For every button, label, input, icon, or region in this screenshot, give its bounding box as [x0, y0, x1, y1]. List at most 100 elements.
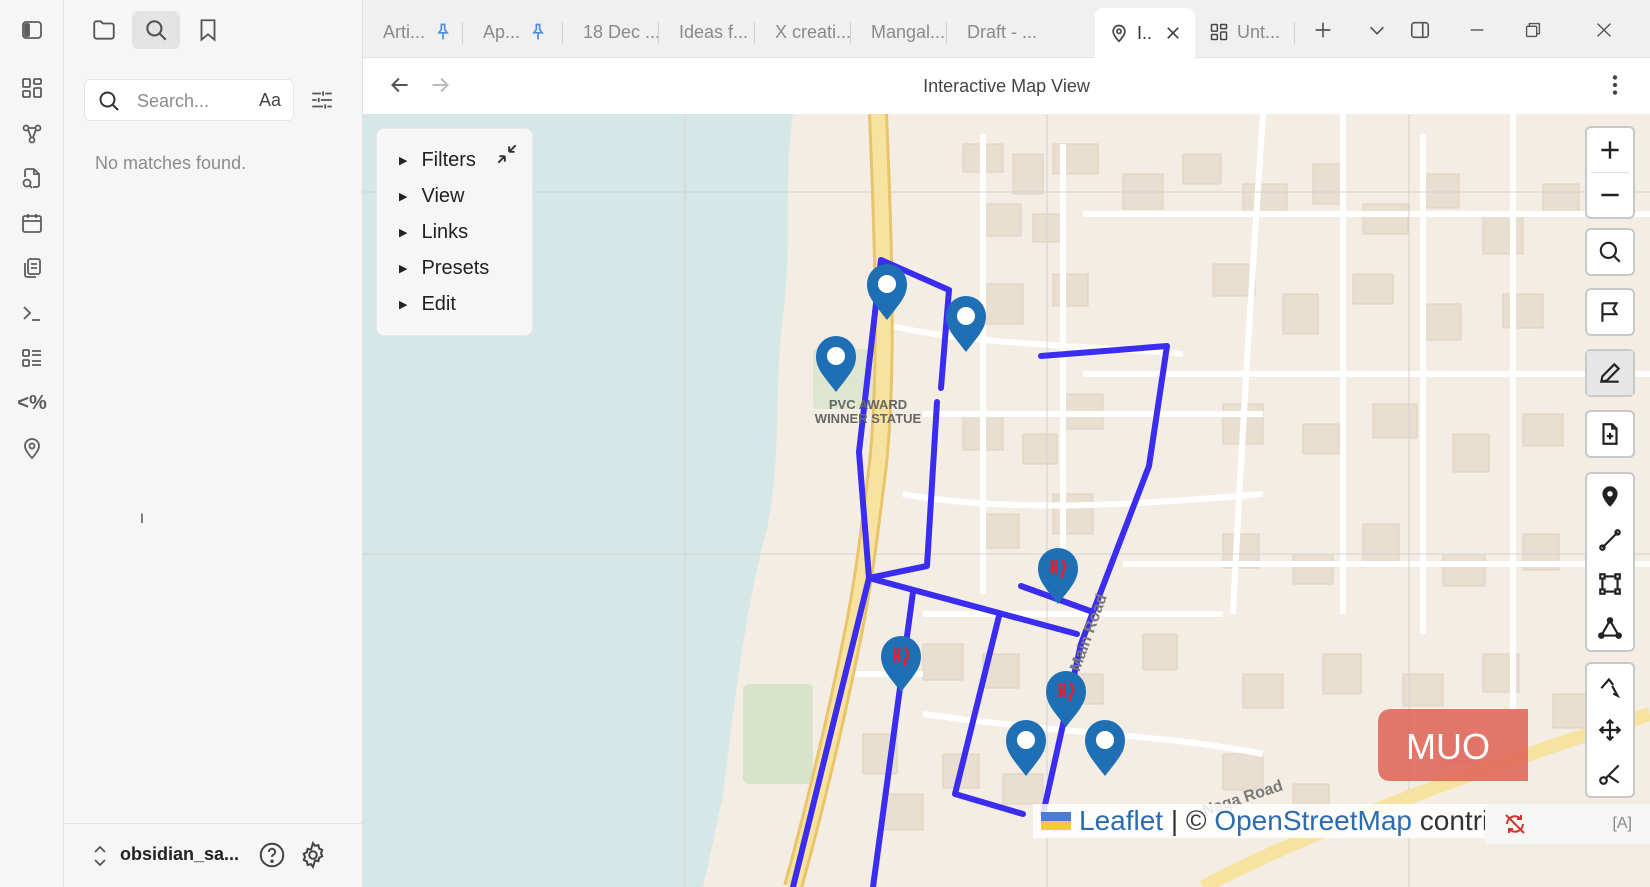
- close-icon[interactable]: [1164, 24, 1182, 42]
- search-settings-icon[interactable]: [304, 82, 340, 118]
- view-title: Interactive Map View: [923, 76, 1090, 96]
- expand-triangle-icon: ▶: [399, 191, 408, 203]
- close-window-button[interactable]: [1587, 14, 1621, 46]
- chevron-up-down-icon[interactable]: [90, 843, 110, 869]
- calendar-icon[interactable]: [14, 205, 50, 241]
- gear-icon[interactable]: [298, 840, 328, 870]
- panel-item-label: Filters: [421, 149, 476, 171]
- edit-mode-button[interactable]: [1587, 351, 1633, 395]
- zoom-in-button[interactable]: [1587, 128, 1633, 172]
- restaurant-marker: [1046, 671, 1086, 727]
- panel-presets[interactable]: ▶ Presets: [399, 257, 489, 280]
- tab-interactive-map[interactable]: I..: [1095, 8, 1195, 58]
- tab-item[interactable]: Arti...: [363, 12, 463, 52]
- map-attribution: Leaflet | © OpenStreetMap contri: [1033, 804, 1497, 838]
- map-edit-control: [1585, 349, 1635, 397]
- graph-icon[interactable]: [14, 116, 50, 152]
- map-tool-control: [1585, 662, 1635, 798]
- status-bar: [A]: [1485, 804, 1650, 844]
- match-case-toggle[interactable]: Aa: [259, 90, 281, 111]
- tab-label: Mangal...: [871, 21, 946, 42]
- search-icon: [146, 20, 167, 41]
- pencil-icon: [1599, 362, 1621, 384]
- tab-item[interactable]: Mangal...: [851, 12, 947, 52]
- edit-vertices-button[interactable]: [1587, 664, 1633, 708]
- empty-results-message: No matches found.: [95, 153, 247, 173]
- leaflet-link[interactable]: Leaflet: [1079, 805, 1163, 837]
- new-tab-button[interactable]: [1306, 14, 1340, 46]
- attribution-suffix: contri: [1412, 805, 1489, 836]
- vault-name[interactable]: obsidian_sa...: [120, 844, 239, 865]
- poi-label: PVC AWARD WINNER STATUE: [803, 398, 933, 426]
- watermark-text: MUO: [1406, 726, 1490, 767]
- files-tab[interactable]: [80, 11, 128, 49]
- mouse-cursor-icon: I: [140, 510, 144, 526]
- pin-icon[interactable]: [433, 22, 453, 42]
- osm-link[interactable]: OpenStreetMap: [1214, 805, 1412, 837]
- tab-label: Draft - ...: [967, 21, 1038, 42]
- panel-filters[interactable]: ▶ Filters: [399, 149, 476, 172]
- sidebar-toggle-icon[interactable]: [14, 12, 50, 48]
- panel-edit[interactable]: ▶ Edit: [399, 293, 456, 316]
- ukraine-flag-icon: [1041, 812, 1071, 830]
- pin-icon[interactable]: [528, 22, 548, 42]
- add-note-button[interactable]: [1587, 412, 1633, 456]
- tab-list-button[interactable]: [1360, 14, 1394, 46]
- draw-rectangle-button[interactable]: [1587, 562, 1633, 606]
- tab-item[interactable]: 18 Dec ...: [563, 12, 659, 52]
- expand-triangle-icon: ▶: [399, 227, 408, 239]
- dashboard-icon[interactable]: [14, 70, 50, 106]
- map-pin-icon[interactable]: [14, 430, 50, 466]
- zoom-out-button[interactable]: [1587, 173, 1633, 217]
- plus-icon: [1601, 141, 1619, 159]
- tab-item[interactable]: Unt...: [1195, 12, 1295, 52]
- map-view[interactable]: PVC AWARD WINNER STATUE Main Road Naga R…: [363, 114, 1650, 887]
- draw-polyline-button[interactable]: [1587, 518, 1633, 562]
- map-controls-panel: ▶ Filters ▶ View ▶ Links ▶ Presets ▶ Edit: [376, 128, 533, 336]
- bookmarks-tab[interactable]: [184, 11, 232, 49]
- tab-item[interactable]: X creati...: [755, 12, 851, 52]
- terminal-icon[interactable]: [14, 295, 50, 331]
- minimize-icon: [1470, 29, 1484, 31]
- sync-off-icon[interactable]: [1503, 812, 1527, 836]
- panel-item-label: Presets: [421, 257, 490, 279]
- park-area: [743, 684, 813, 784]
- cut-button[interactable]: [1587, 752, 1633, 796]
- search-tab[interactable]: [132, 11, 180, 49]
- list-icon[interactable]: [14, 340, 50, 376]
- panel-view[interactable]: ▶ View: [399, 185, 464, 208]
- help-icon[interactable]: [257, 840, 287, 870]
- restore-icon: [1525, 22, 1541, 38]
- restore-button[interactable]: [1516, 14, 1550, 46]
- close-icon: [1597, 23, 1611, 37]
- panel-item-label: Edit: [421, 293, 456, 315]
- search-icon: [99, 91, 119, 111]
- map-search-button[interactable]: [1587, 230, 1633, 274]
- right-sidebar-toggle[interactable]: [1403, 14, 1437, 46]
- move-button[interactable]: [1587, 708, 1633, 752]
- tab-item[interactable]: Ideas f...: [659, 12, 755, 52]
- map-draw-control: [1585, 472, 1635, 652]
- draw-polygon-button[interactable]: [1587, 606, 1633, 650]
- draw-marker-button[interactable]: [1587, 474, 1633, 518]
- flag-button[interactable]: [1587, 290, 1633, 334]
- attribution-separator: | ©: [1163, 805, 1215, 836]
- minimize-button[interactable]: [1460, 14, 1494, 46]
- status-badge[interactable]: [A]: [1612, 815, 1632, 833]
- tab-item[interactable]: Ap...: [463, 12, 563, 52]
- location-marker: [1006, 720, 1046, 776]
- search-input[interactable]: [137, 88, 247, 114]
- collapse-panel-icon[interactable]: [494, 141, 520, 167]
- dashboard-icon: [1210, 23, 1228, 41]
- more-options-icon[interactable]: [1602, 72, 1628, 98]
- templater-icon[interactable]: <%: [14, 385, 50, 421]
- expand-triangle-icon: ▶: [399, 263, 408, 275]
- panel-item-label: View: [421, 185, 465, 207]
- tab-item[interactable]: Draft - ...: [947, 12, 1043, 52]
- panel-links[interactable]: ▶ Links: [399, 221, 468, 244]
- new-note-icon[interactable]: [14, 160, 50, 196]
- bookmark-icon: [200, 19, 216, 42]
- copy-icon[interactable]: [14, 250, 50, 286]
- tab-label: 18 Dec ...: [583, 21, 659, 42]
- expand-triangle-icon: ▶: [399, 299, 408, 311]
